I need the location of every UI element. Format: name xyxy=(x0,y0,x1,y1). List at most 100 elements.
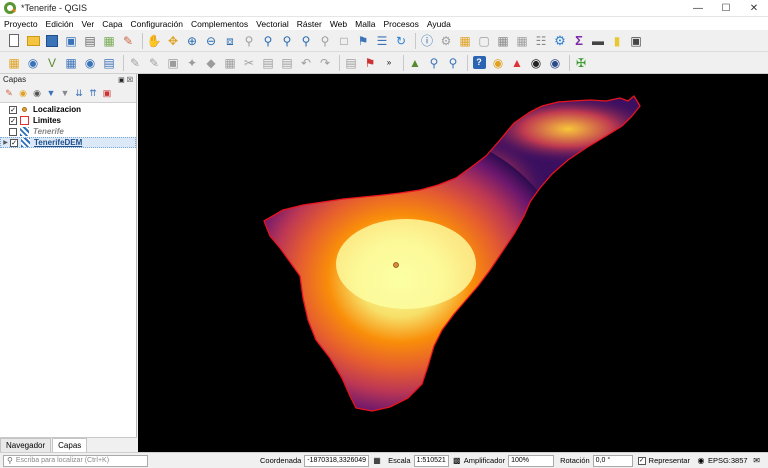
minimize-icon[interactable]: — xyxy=(684,0,712,17)
menu-proyecto[interactable]: Proyecto xyxy=(4,19,38,29)
locator-search-input[interactable]: ⚲ Escriba para localizar (Ctrl+K) xyxy=(3,454,148,467)
map-canvas[interactable] xyxy=(138,74,768,452)
layer-row-tenerife[interactable]: Tenerife xyxy=(0,126,136,137)
zoom-selection-icon[interactable]: ⚲ xyxy=(241,33,257,49)
zoom-next-icon[interactable]: ⚲ xyxy=(317,33,333,49)
add-virtual-layer-icon[interactable]: ▤ xyxy=(101,55,117,71)
undo-icon[interactable]: ↶ xyxy=(298,55,314,71)
text-annotation-icon[interactable]: ▣ xyxy=(628,33,644,49)
qgis-cloud-icon[interactable]: ⚲ xyxy=(426,55,442,71)
style-manager-icon[interactable]: ✎ xyxy=(120,33,136,49)
save-edits-icon[interactable]: ▣ xyxy=(165,55,181,71)
layout-manager-icon[interactable]: ▦ xyxy=(101,33,117,49)
pan-to-selection-icon[interactable]: ✥ xyxy=(165,33,181,49)
qgis-search-icon[interactable]: ⚲ xyxy=(445,55,461,71)
collapse-all-icon[interactable]: ⇈ xyxy=(87,88,99,100)
messages-icon[interactable]: ✉ xyxy=(752,456,762,466)
close-icon[interactable]: ✕ xyxy=(740,0,768,17)
label-pin-icon[interactable]: ⚑ xyxy=(362,55,378,71)
zoom-last-icon[interactable]: ⚲ xyxy=(298,33,314,49)
tab-capas[interactable]: Capas xyxy=(52,438,88,452)
scale-field[interactable]: 1:510521 xyxy=(413,454,449,467)
map-tips-icon[interactable]: ▮ xyxy=(609,33,625,49)
menu-ayuda[interactable]: Ayuda xyxy=(427,19,451,29)
plugin-green-icon[interactable]: ✠ xyxy=(573,55,589,71)
menu-ver[interactable]: Ver xyxy=(81,19,94,29)
add-raster-layer-icon[interactable]: ▦ xyxy=(63,55,79,71)
expand-layer-icon[interactable]: ▶ xyxy=(1,139,10,146)
float-panel-icon[interactable]: ▣ xyxy=(118,76,125,84)
expand-all-icon[interactable]: ⇊ xyxy=(73,88,85,100)
python-console-icon[interactable]: ◉ xyxy=(490,55,506,71)
data-source-manager-icon[interactable]: ▦ xyxy=(6,55,22,71)
toggle-extents-icon[interactable]: ▦ xyxy=(372,456,382,466)
measure-icon[interactable]: ▬ xyxy=(590,33,606,49)
tab-navegador[interactable]: Navegador xyxy=(0,438,52,452)
field-calculator-icon[interactable]: ▦ xyxy=(514,33,530,49)
menu-complementos[interactable]: Complementos xyxy=(191,19,248,29)
add-group-icon[interactable]: ◉ xyxy=(17,88,29,100)
close-panel-icon[interactable]: ☒ xyxy=(127,76,133,84)
layer-visibility-checkbox[interactable]: ✓ xyxy=(9,116,17,125)
zoom-layer-icon[interactable]: ⚲ xyxy=(260,33,276,49)
menu-malla[interactable]: Malla xyxy=(355,19,375,29)
bookmark-icon[interactable]: ⚑ xyxy=(355,33,371,49)
save-project-icon[interactable] xyxy=(44,33,60,49)
zoom-out-icon[interactable]: ⊖ xyxy=(203,33,219,49)
add-feature-icon[interactable]: ✦ xyxy=(184,55,200,71)
delete-feature-icon[interactable]: ▦ xyxy=(222,55,238,71)
plugin-dark-icon[interactable]: ◉ xyxy=(528,55,544,71)
filter-by-expression-icon[interactable]: ▼ xyxy=(59,88,71,100)
new-geopackage-icon[interactable]: ◉ xyxy=(25,55,41,71)
plugin-globe-icon[interactable]: ◉ xyxy=(547,55,563,71)
add-wms-icon[interactable]: ◉ xyxy=(82,55,98,71)
zoom-in-icon[interactable]: ⊕ xyxy=(184,33,200,49)
crs-button[interactable]: EPSG:3857 xyxy=(708,456,748,465)
toggle-editing-icon[interactable]: ✎ xyxy=(146,55,162,71)
layer-row-localizacion[interactable]: ✓ Localizacion xyxy=(0,104,136,115)
deselect-icon[interactable]: ▢ xyxy=(476,33,492,49)
help-icon[interactable]: ? xyxy=(471,55,487,71)
georeferencer-icon[interactable]: ▲ xyxy=(407,55,423,71)
menu-web[interactable]: Web xyxy=(330,19,347,29)
toolbar-more-icon[interactable]: » xyxy=(381,55,397,71)
new-map-view-icon[interactable]: □ xyxy=(336,33,352,49)
redo-icon[interactable]: ↷ xyxy=(317,55,333,71)
coordinate-field[interactable]: -1870318,3326049 xyxy=(304,454,370,467)
statistical-summary-icon[interactable]: Σ xyxy=(571,33,587,49)
lock-scale-icon[interactable]: ▩ xyxy=(452,456,462,466)
layer-row-tenerifedem[interactable]: ▶ ✓ TenerifeDEM xyxy=(0,137,136,148)
render-checkbox[interactable]: ✓ xyxy=(637,456,646,465)
menu-vectorial[interactable]: Vectorial xyxy=(256,19,289,29)
save-as-icon[interactable]: ▣ xyxy=(63,33,79,49)
menu-edicion[interactable]: Edición xyxy=(46,19,74,29)
processing-toolbox-icon[interactable]: ⚙ xyxy=(552,33,568,49)
menu-procesos[interactable]: Procesos xyxy=(383,19,418,29)
new-project-icon[interactable] xyxy=(6,33,22,49)
zoom-native-icon[interactable]: ⚲ xyxy=(279,33,295,49)
crs-globe-icon[interactable]: ◉ xyxy=(696,456,706,466)
add-vector-layer-icon[interactable]: V xyxy=(44,55,60,71)
maximize-icon[interactable]: ☐ xyxy=(712,0,740,17)
plugin-red-icon[interactable]: ▲ xyxy=(509,55,525,71)
open-project-icon[interactable] xyxy=(25,33,41,49)
show-bookmarks-icon[interactable]: ☰ xyxy=(374,33,390,49)
zoom-full-icon[interactable]: ⧈ xyxy=(222,33,238,49)
remove-layer-icon[interactable]: ▣ xyxy=(101,88,113,100)
filter-legend-icon[interactable]: ▼ xyxy=(45,88,57,100)
magnifier-field[interactable]: 100% xyxy=(508,454,555,467)
action-icon[interactable]: ⚙ xyxy=(438,33,454,49)
visibility-icon[interactable]: ◉ xyxy=(31,88,43,100)
paste-icon[interactable]: ▤ xyxy=(279,55,295,71)
layer-row-limites[interactable]: ✓ Limites xyxy=(0,115,136,126)
pan-hand-icon[interactable]: ✋ xyxy=(146,33,162,49)
identify-icon[interactable]: ⓘ xyxy=(419,33,435,49)
label-tool-icon[interactable]: ▤ xyxy=(343,55,359,71)
refresh-icon[interactable]: ↻ xyxy=(393,33,409,49)
menu-raster[interactable]: Ráster xyxy=(297,19,322,29)
statistics-icon[interactable]: ☷ xyxy=(533,33,549,49)
menu-capa[interactable]: Capa xyxy=(102,19,122,29)
open-attribute-table-icon[interactable]: ▦ xyxy=(495,33,511,49)
vertex-tool-icon[interactable]: ◆ xyxy=(203,55,219,71)
rotation-field[interactable]: 0,0 ° xyxy=(592,454,633,467)
